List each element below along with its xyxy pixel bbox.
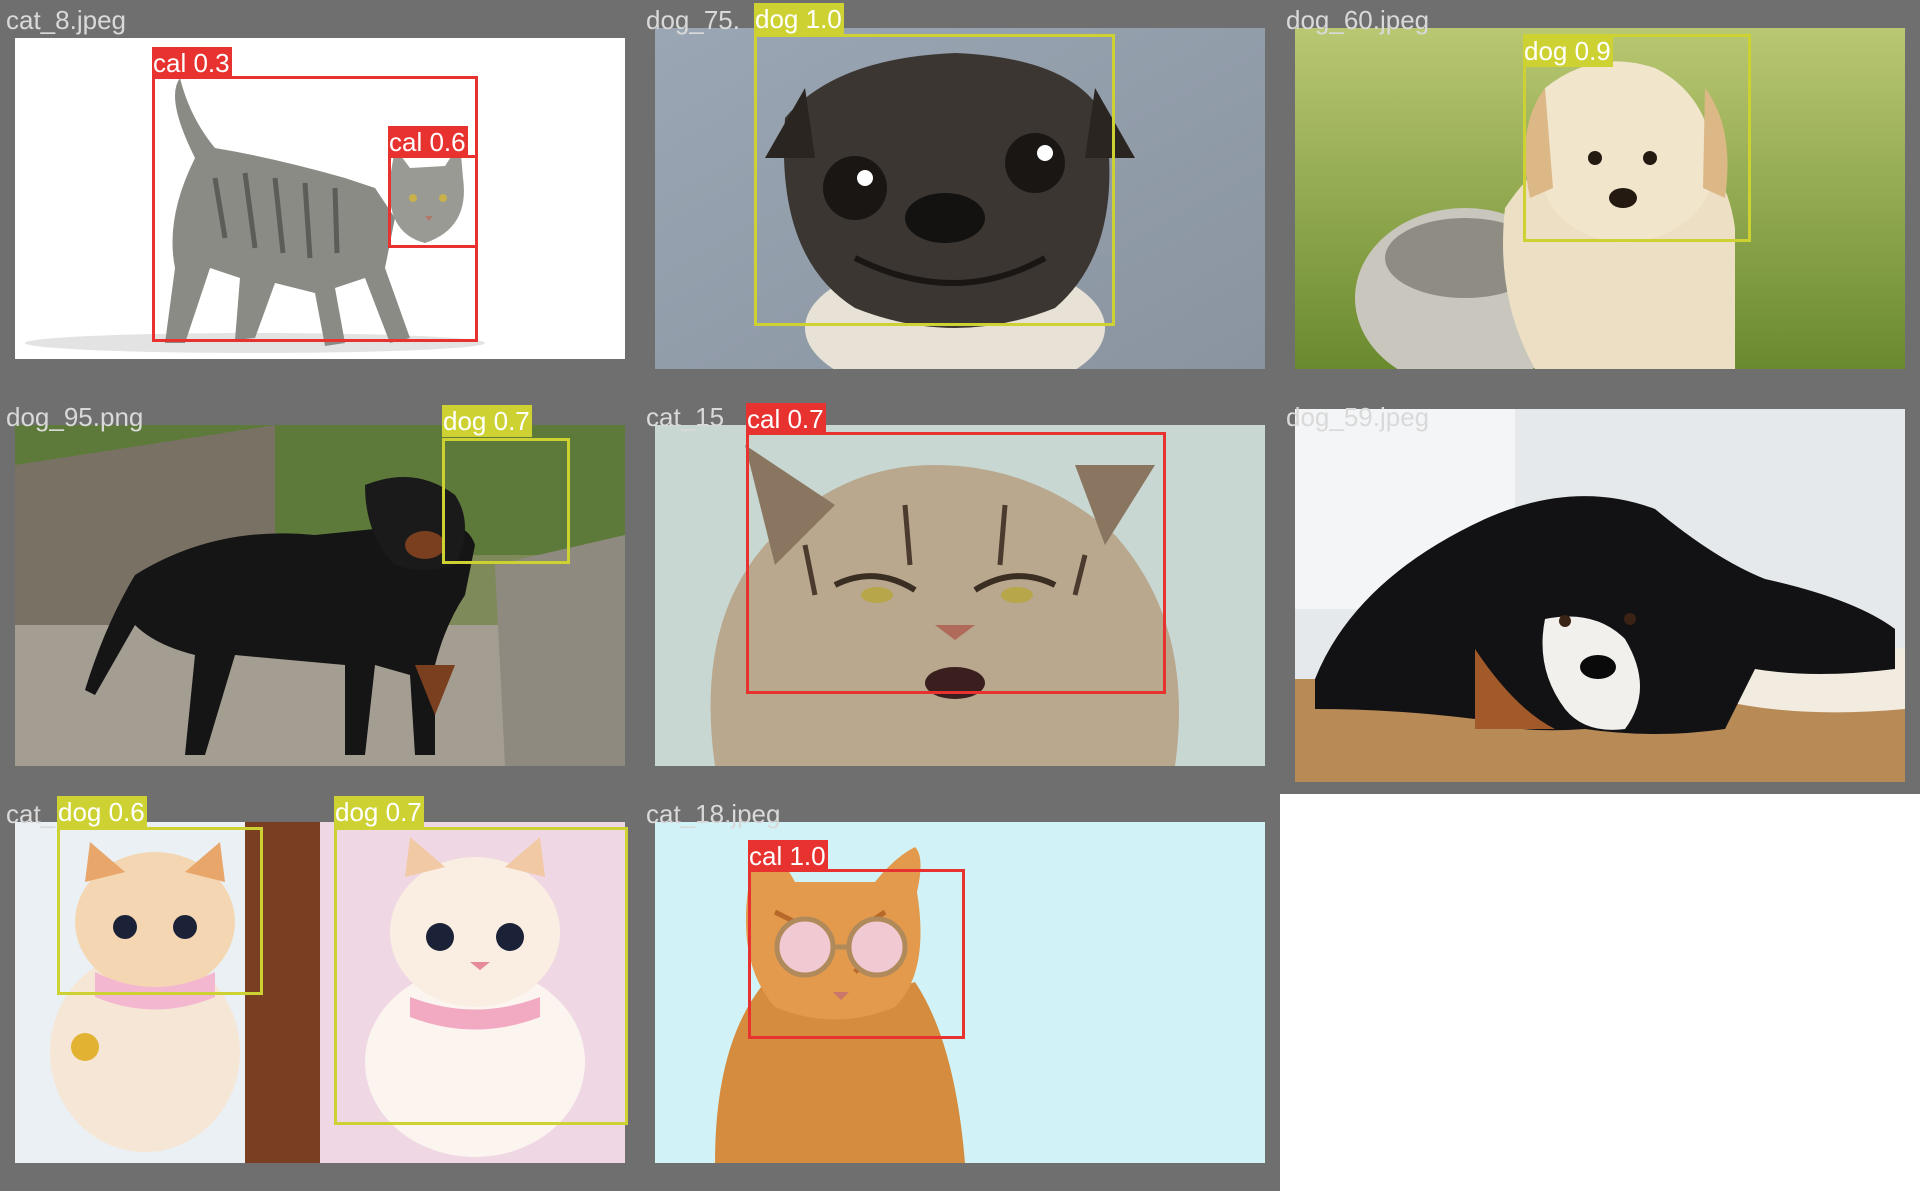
detection-label: dog 0.9 — [1523, 35, 1613, 67]
detection-box[interactable] — [748, 869, 965, 1039]
result-tile-dog-60[interactable]: dog_60.jpeg dog 0.9 — [1280, 0, 1920, 397]
detection-box[interactable] — [388, 155, 478, 248]
detection-label: dog 0.7 — [334, 796, 424, 828]
image-filename: dog_60.jpeg — [1286, 5, 1430, 35]
image-filename: cat_15 — [646, 402, 725, 432]
detection-label: cal 1.0 — [748, 840, 828, 872]
result-tile-cat-kittens[interactable]: cat_ dog 0.6 dog 0.7 — [0, 794, 640, 1191]
image-filename: cat_18.jpeg — [646, 799, 781, 829]
detection-box[interactable] — [57, 827, 263, 995]
result-tile-dog-95[interactable]: dog_95.png dog 0.7 — [0, 397, 640, 794]
detection-results-grid: cat_8.jpeg cal 0.3 cal 0.6 dog_75. dog 1… — [0, 0, 1920, 1191]
detection-label: cal 0.6 — [388, 126, 468, 158]
detection-box[interactable] — [754, 34, 1115, 326]
image-filename: cat_ — [6, 799, 56, 829]
result-tile-cat-15[interactable]: cat_15 cal 0.7 — [640, 397, 1280, 794]
image-filename: dog_75. — [646, 5, 740, 35]
image-filename: dog_95.png — [6, 402, 144, 432]
detection-label: cal 0.3 — [152, 47, 232, 79]
image-filename: cat_8.jpeg — [6, 5, 126, 35]
detection-label: dog 1.0 — [754, 3, 844, 35]
tile-image — [1295, 409, 1905, 782]
detection-label: dog 0.7 — [442, 405, 532, 437]
detection-label: cal 0.7 — [746, 403, 826, 435]
detection-box[interactable] — [442, 438, 570, 564]
result-tile-dog-59[interactable]: dog_59.jpeg — [1280, 397, 1920, 794]
detection-box[interactable] — [334, 827, 628, 1125]
detection-label: dog 0.6 — [57, 796, 147, 828]
result-tile-cat-8[interactable]: cat_8.jpeg cal 0.3 cal 0.6 — [0, 0, 640, 397]
result-tile-dog-75[interactable]: dog_75. dog 1.0 — [640, 0, 1280, 397]
image-filename: dog_59.jpeg — [1286, 402, 1430, 432]
result-tile-cat-18[interactable]: cat_18.jpeg cal 1.0 — [640, 794, 1280, 1191]
detection-box[interactable] — [746, 432, 1166, 694]
